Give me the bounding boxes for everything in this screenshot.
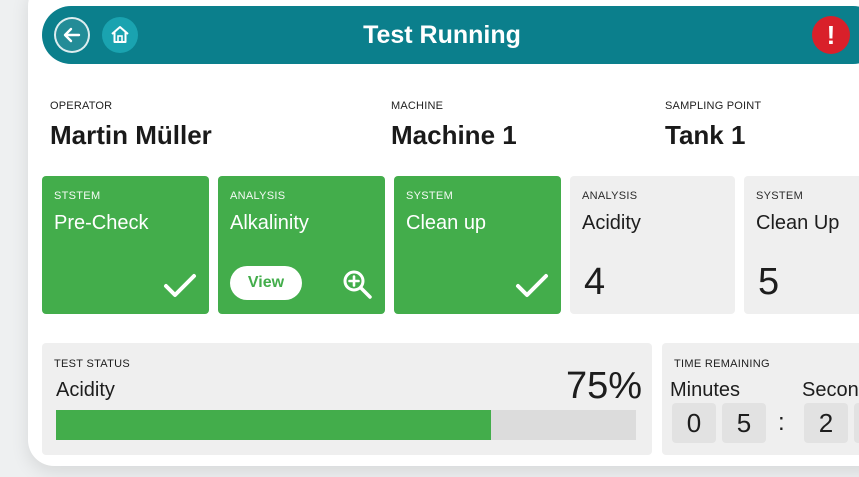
step-type-label: SYSTEM: [406, 190, 454, 202]
alert-icon: !: [826, 20, 836, 50]
test-status-label: TEST STATUS: [54, 358, 131, 370]
step-type-label: SYSTEM: [756, 190, 804, 202]
machine-value: Machine 1: [391, 120, 517, 150]
minutes-digit: 5: [722, 403, 766, 443]
sampling-value: Tank 1: [665, 120, 746, 150]
device-frame: Test Running ! OPERATOR Martin Müller MA…: [28, 0, 859, 466]
step-name: Clean up: [406, 212, 487, 234]
step-name: Alkalinity: [230, 212, 309, 234]
time-remaining-panel: TIME REMAINING Minutes Secon 0 5 : 2: [662, 343, 859, 455]
machine-label: MACHINE: [391, 100, 444, 112]
progress-bar: [56, 410, 636, 440]
step-name: Acidity: [582, 212, 641, 234]
checkmark-icon: [164, 274, 196, 297]
step-card-clean-up[interactable]: SYSTEM Clean up: [394, 176, 561, 314]
progress-percent: 75%: [565, 365, 642, 407]
time-remaining-label: TIME REMAINING: [674, 358, 770, 370]
sampling-info: SAMPLING POINT Tank 1: [665, 100, 761, 151]
step-card-pre-check[interactable]: STSTEM Pre-Check: [42, 176, 209, 314]
minutes-label: Minutes: [670, 379, 741, 401]
step-card-acidity[interactable]: ANALYSIS Acidity 4: [570, 176, 735, 314]
step-number: 5: [758, 261, 780, 303]
operator-label: OPERATOR: [50, 100, 113, 112]
seconds-label: Secon: [802, 379, 859, 401]
minutes-digit: 0: [672, 403, 716, 443]
operator-info: OPERATOR Martin Müller: [50, 100, 212, 151]
time-separator: :: [778, 409, 785, 436]
zoom-in-icon[interactable]: [341, 268, 373, 300]
step-type-label: ANALYSIS: [582, 190, 638, 202]
view-button[interactable]: View: [230, 266, 302, 300]
checkmark-icon: [516, 274, 548, 297]
sampling-label: SAMPLING POINT: [665, 100, 762, 112]
screen: Test Running ! OPERATOR Martin Müller MA…: [28, 0, 859, 466]
seconds-digit: 2: [804, 403, 848, 443]
header-bar: Test Running !: [42, 6, 859, 64]
progress-fill: [56, 410, 491, 440]
operator-value: Martin Müller: [50, 120, 212, 150]
test-status-panel: TEST STATUS Acidity 75%: [42, 343, 652, 455]
step-number: 4: [584, 261, 606, 303]
step-type-label: ANALYSIS: [230, 190, 286, 202]
step-name: Pre-Check: [54, 212, 149, 234]
step-type-label: STSTEM: [54, 190, 101, 202]
test-status-name: Acidity: [56, 379, 115, 401]
page-title: Test Running: [363, 21, 521, 49]
step-card-alkalinity[interactable]: ANALYSIS Alkalinity View: [218, 176, 385, 314]
machine-info: MACHINE Machine 1: [391, 100, 517, 151]
alert-button[interactable]: !: [812, 16, 850, 54]
seconds-digit-partial: [854, 403, 859, 443]
step-name: Clean Up: [756, 212, 840, 234]
step-card-clean-up-2[interactable]: SYSTEM Clean Up 5: [744, 176, 859, 314]
